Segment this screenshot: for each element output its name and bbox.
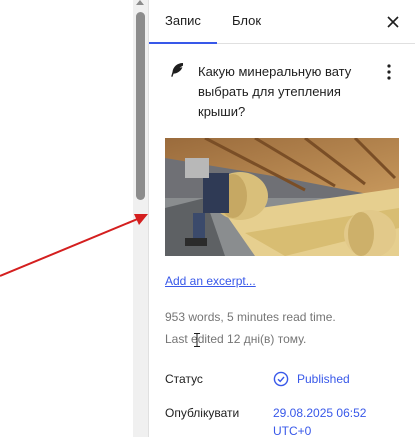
active-tab-indicator: [149, 42, 217, 44]
close-sidebar-button[interactable]: [378, 7, 408, 37]
tab-post-label: Запис: [165, 13, 201, 28]
word-count-text: 953 words, 5 minutes read time.: [165, 310, 336, 324]
published-check-icon: [273, 371, 289, 387]
text-cursor-icon: [194, 333, 200, 347]
scroll-up-icon[interactable]: [136, 0, 144, 5]
feather-icon: [171, 63, 184, 77]
tab-post[interactable]: Запис: [165, 0, 201, 44]
settings-sidebar: Запис Блок Какую минеральную вату выбрат…: [149, 0, 415, 437]
last-edited-text: Last edited 12 дні(в) тому.: [165, 332, 307, 346]
post-actions-button[interactable]: [380, 62, 398, 82]
add-excerpt-link[interactable]: Add an excerpt...: [165, 274, 256, 288]
close-icon: [387, 16, 399, 28]
annotation-arrow: [0, 214, 148, 277]
post-title: Какую минеральную вату выбрать для утепл…: [198, 64, 352, 119]
featured-image[interactable]: [165, 138, 399, 256]
scrollbar-thumb[interactable]: [136, 12, 145, 200]
more-vertical-icon: [387, 64, 391, 80]
publish-label: Опублікувати: [165, 406, 240, 420]
status-button[interactable]: Published: [273, 368, 350, 390]
post-card: Какую минеральную вату выбрать для утепл…: [165, 58, 409, 128]
tab-block-label: Блок: [232, 13, 262, 28]
publish-date-button[interactable]: 29.08.2025 06:52 UTC+0: [273, 404, 393, 437]
tab-block[interactable]: Блок: [232, 0, 261, 44]
post-stats: 953 words, 5 minutes read time. Last edi…: [165, 306, 405, 350]
featured-image-illustration: [165, 138, 399, 256]
sidebar-tabs: Запис Блок: [149, 0, 415, 44]
status-value: Published: [297, 372, 350, 386]
status-label: Статус: [165, 372, 203, 386]
